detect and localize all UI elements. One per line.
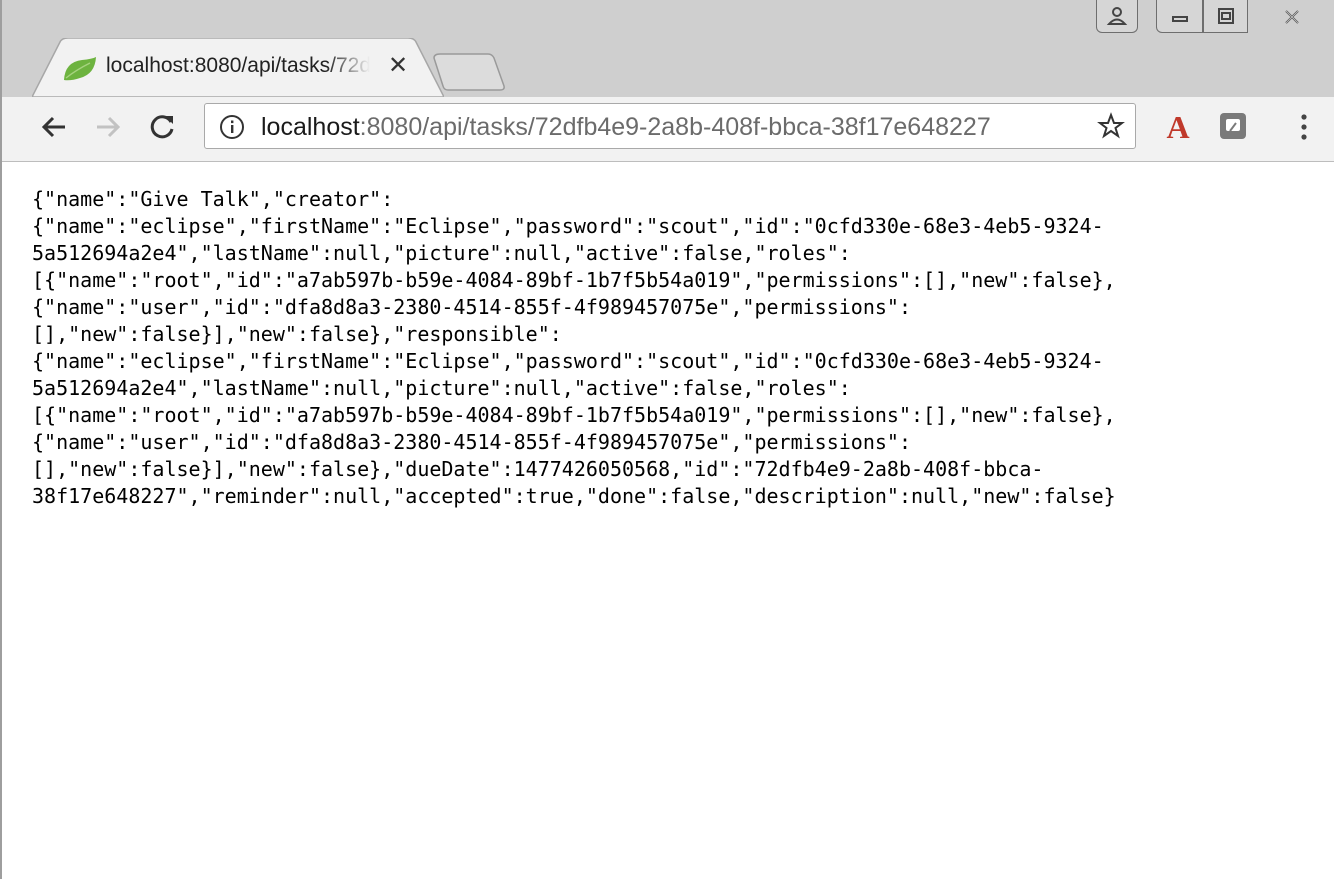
browser-window: localhost:8080/api/tasks/72dfb4e9-2a8b-4… (0, 0, 1334, 879)
tab-title-fade (326, 50, 378, 84)
maximize-icon[interactable] (1203, 0, 1248, 33)
tab-active[interactable]: localhost:8080/api/tasks/72dfb4e9-2a8b-4… (32, 38, 444, 97)
address-bar[interactable]: localhost:8080/api/tasks/72dfb4e9-2a8b-4… (204, 103, 1136, 149)
url-text[interactable]: localhost:8080/api/tasks/72dfb4e9-2a8b-4… (261, 113, 991, 142)
minimize-icon[interactable] (1156, 0, 1203, 33)
url-path: :8080/api/tasks/72dfb4e9-2a8b-408f-bbca-… (359, 113, 991, 141)
reload-icon[interactable] (140, 105, 184, 149)
url-host: localhost (261, 113, 360, 141)
person-icon[interactable] (1096, 0, 1138, 33)
info-icon[interactable] (219, 114, 245, 144)
forward-arrow-icon[interactable] (86, 105, 130, 149)
more-vert-icon[interactable] (1284, 107, 1324, 147)
title-bar: localhost:8080/api/tasks/72dfb4e9-2a8b-4… (2, 0, 1334, 97)
tab-close-icon[interactable]: ✕ (384, 50, 412, 80)
json-response-text: {"name":"Give Talk","creator": {"name":"… (32, 187, 1116, 508)
back-arrow-icon[interactable] (32, 105, 76, 149)
extension-square-icon[interactable] (1216, 109, 1250, 147)
star-icon[interactable] (1097, 112, 1125, 144)
acrobat-extension-icon[interactable]: A (1158, 107, 1198, 147)
new-tab-button[interactable] (432, 52, 506, 96)
page-content: {"name":"Give Talk","creator": {"name":"… (32, 186, 1332, 510)
close-icon[interactable] (1248, 0, 1334, 33)
browser-toolbar: localhost:8080/api/tasks/72dfb4e9-2a8b-4… (2, 97, 1334, 162)
spring-leaf-icon (62, 56, 98, 86)
